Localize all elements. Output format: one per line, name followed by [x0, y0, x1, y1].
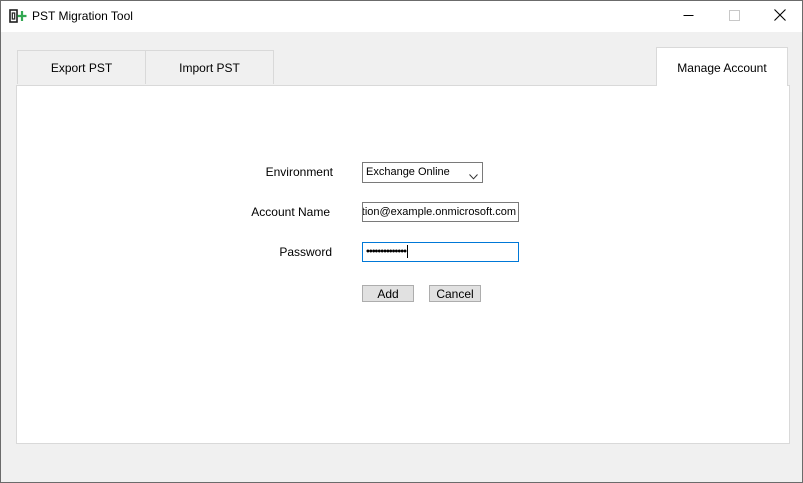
minimize-button[interactable] [665, 1, 711, 32]
environment-select[interactable]: Exchange Online [362, 162, 483, 183]
tab-label: Export PST [50, 60, 113, 75]
tab-import-pst[interactable]: Import PST [145, 50, 274, 84]
maximize-button[interactable] [711, 1, 757, 32]
password-label: Password [279, 245, 332, 259]
tab-label: Import PST [179, 60, 240, 75]
tab-manage-account[interactable]: Manage Account [656, 47, 788, 86]
maximize-icon [728, 9, 740, 24]
cancel-button[interactable]: Cancel [429, 285, 481, 302]
add-button[interactable]: Add [362, 285, 414, 302]
window-title: PST Migration Tool [32, 9, 133, 23]
account-name-value: ation@example.onmicrosoft.com [362, 206, 516, 218]
close-button[interactable] [757, 1, 802, 32]
text-caret [406, 245, 408, 258]
title-bar: PST Migration Tool [1, 1, 802, 32]
tab-content-panel [16, 85, 790, 444]
account-name-label: Account Name [251, 205, 330, 219]
close-icon [774, 9, 786, 24]
password-input[interactable]: •••••••••••••• [362, 242, 519, 262]
password-masked-value: •••••••••••••• [366, 245, 408, 258]
account-name-input[interactable]: ation@example.onmicrosoft.com [362, 202, 519, 222]
tab-export-pst[interactable]: Export PST [17, 50, 146, 84]
tab-label: Manage Account [677, 61, 767, 75]
outlook-add-icon [9, 9, 27, 23]
app-window: PST Migration Tool Export PST Import PST… [0, 0, 803, 483]
minimize-icon [683, 10, 694, 24]
chevron-down-icon [469, 169, 478, 183]
environment-label: Environment [265, 165, 333, 179]
environment-selected-value: Exchange Online [366, 166, 450, 178]
password-dots: •••••••••••••• [366, 245, 407, 258]
